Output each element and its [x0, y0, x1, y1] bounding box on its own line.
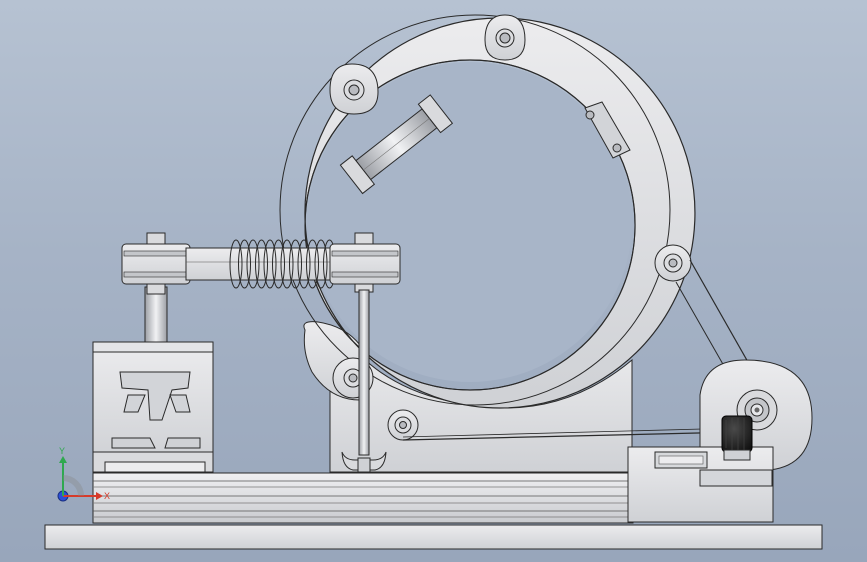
- ring-right-lug[interactable]: [654, 244, 692, 282]
- left-support-block[interactable]: [92, 341, 214, 473]
- ring-bottom-lug[interactable]: [387, 409, 419, 441]
- motor-base[interactable]: [627, 446, 774, 523]
- connecting-arm[interactable]: [185, 247, 347, 281]
- extrusion-rail[interactable]: [92, 472, 634, 524]
- triad-y-label: Y: [59, 446, 65, 456]
- triad-y-arrow: [59, 456, 67, 463]
- left-pulley[interactable]: [121, 232, 191, 295]
- threaded-rod[interactable]: [358, 289, 370, 456]
- assembly-drawing[interactable]: X Y: [0, 0, 867, 562]
- ring-left-lug[interactable]: [329, 63, 379, 115]
- triad-x-label: X: [104, 491, 110, 501]
- left-post[interactable]: [144, 286, 168, 343]
- base-plate[interactable]: [44, 524, 823, 550]
- cad-viewport[interactable]: X Y: [0, 0, 867, 562]
- ring-top-lug[interactable]: [484, 14, 526, 61]
- motor-knob[interactable]: [721, 415, 753, 461]
